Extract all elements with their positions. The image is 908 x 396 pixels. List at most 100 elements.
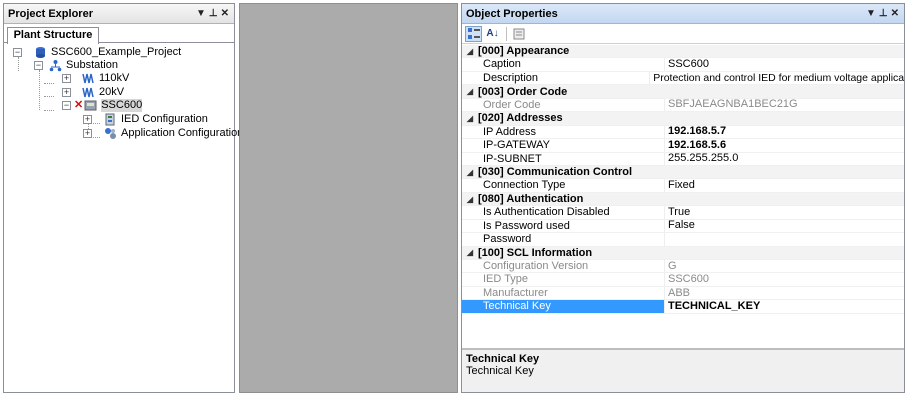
collapse-arrow-icon[interactable]: ◢ xyxy=(462,168,478,177)
property-value[interactable]: TECHNICAL_KEY xyxy=(665,300,760,313)
object-properties-titlebar: Object Properties ▼ ⊥ ✕ xyxy=(462,4,904,24)
property-pages-button[interactable] xyxy=(510,26,527,42)
property-row-manufacturer[interactable]: Manufacturer ABB xyxy=(462,286,904,301)
category-label: [020] Addresses xyxy=(478,112,563,125)
project-explorer-title: Project Explorer xyxy=(8,7,93,20)
property-value: G xyxy=(668,259,677,272)
offline-status-icon: ✕ xyxy=(74,99,84,111)
project-database-icon xyxy=(36,47,45,58)
property-value[interactable]: 192.168.5.7 xyxy=(665,125,726,138)
property-key: Configuration Version xyxy=(462,260,665,273)
collapse-arrow-icon[interactable]: ◢ xyxy=(462,195,478,204)
tree-node-label: IED Configuration xyxy=(121,113,208,125)
property-key: IP-SUBNET xyxy=(462,152,665,165)
property-row-ip-gateway[interactable]: IP-GATEWAY 192.168.5.6 xyxy=(462,139,904,153)
property-row-connection-type[interactable]: Connection Type Fixed xyxy=(462,179,904,193)
property-row-is-authentication-disabled[interactable]: Is Authentication Disabled True xyxy=(462,206,904,220)
property-row-ied-type[interactable]: IED Type SSC600 xyxy=(462,273,904,287)
property-value: ABB xyxy=(668,286,691,299)
document-workspace-area xyxy=(239,3,458,393)
property-value: SSC600 xyxy=(668,273,709,286)
property-row-order-code[interactable]: Order Code SBFJAEAGNBA1BEC21G xyxy=(462,98,904,113)
property-key: Is Authentication Disabled xyxy=(462,206,665,219)
property-row-ip-subnet[interactable]: IP-SUBNET 255.255.255.0 xyxy=(462,152,904,166)
property-row-caption[interactable]: Caption SSC600 xyxy=(462,58,904,72)
property-value[interactable]: False xyxy=(665,219,695,232)
property-value[interactable]: SSC600 xyxy=(665,58,709,71)
categorized-view-button[interactable] xyxy=(465,25,482,42)
tree-node-label: 20kV xyxy=(99,86,125,98)
collapse-arrow-icon[interactable]: ◢ xyxy=(462,87,478,96)
tree-node-ied-configuration[interactable]: IED Configuration xyxy=(104,113,208,126)
property-category-appearance[interactable]: ◢ [000] Appearance xyxy=(462,45,904,59)
expand-toggle-icon[interactable]: + xyxy=(62,74,71,83)
property-value[interactable]: 192.168.5.6 xyxy=(665,139,726,152)
application-configuration-icon xyxy=(105,128,116,139)
property-key: Order Code xyxy=(462,98,665,112)
property-value[interactable]: True xyxy=(665,206,690,219)
tree-node-voltage-level-110kv[interactable]: 110kV xyxy=(82,72,129,85)
tree-node-label: Substation xyxy=(66,59,118,71)
category-label: [003] Order Code xyxy=(478,85,568,98)
property-row-technical-key[interactable]: Technical Key TECHNICAL_KEY xyxy=(462,300,904,314)
window-position-dropdown-icon[interactable]: ▼ xyxy=(866,8,876,19)
expand-toggle-icon[interactable]: + xyxy=(62,88,71,97)
ied-configuration-icon xyxy=(105,113,115,126)
close-icon[interactable]: ✕ xyxy=(891,8,899,19)
category-label: [080] Authentication xyxy=(478,193,584,206)
expand-toggle-icon[interactable]: + xyxy=(83,115,92,124)
property-value[interactable]: Protection and control IED for medium vo… xyxy=(650,72,904,85)
object-properties-pane: Object Properties ▼ ⊥ ✕ A↓ ◢ [000] Appea… xyxy=(461,3,905,393)
voltage-level-icon xyxy=(82,73,94,84)
property-key: IP Address xyxy=(462,125,665,139)
tree-node-label: 110kV xyxy=(99,72,130,84)
tree-node-label: SSC600_Example_Project xyxy=(51,46,182,58)
category-label: [000] Appearance xyxy=(478,45,570,58)
collapse-arrow-icon[interactable]: ◢ xyxy=(462,248,478,257)
collapse-toggle-icon[interactable]: − xyxy=(62,101,71,110)
plant-structure-tree: − SSC600_Example_Project − Substation + … xyxy=(4,43,243,383)
property-key: Password xyxy=(462,233,665,246)
property-key: Description xyxy=(462,71,651,85)
property-row-ip-address[interactable]: IP Address 192.168.5.7 xyxy=(462,125,904,140)
property-row-description[interactable]: Description Protection and control IED f… xyxy=(462,71,904,86)
property-category-communication-control[interactable]: ◢ [030] Communication Control xyxy=(462,165,904,180)
property-description-text: Technical Key xyxy=(466,365,534,377)
property-row-password[interactable]: Password xyxy=(462,233,904,247)
project-explorer-tabstrip: Plant Structure xyxy=(4,24,234,44)
property-key: Caption xyxy=(462,58,665,71)
pin-icon[interactable]: ⊥ xyxy=(879,8,888,19)
collapse-arrow-icon[interactable]: ◢ xyxy=(462,47,478,56)
tree-node-application-configuration[interactable]: Application Configuration xyxy=(104,127,243,140)
window-position-dropdown-icon[interactable]: ▼ xyxy=(196,8,206,19)
pin-icon[interactable]: ⊥ xyxy=(209,8,218,19)
property-category-addresses[interactable]: ◢ [020] Addresses xyxy=(462,112,904,126)
project-explorer-titlebar: Project Explorer ▼ ⊥ ✕ xyxy=(4,4,234,24)
property-row-is-password-used[interactable]: Is Password used False xyxy=(462,219,904,234)
property-value[interactable]: Fixed xyxy=(665,179,695,192)
collapse-toggle-icon[interactable]: − xyxy=(34,61,43,70)
tree-connector xyxy=(39,70,40,110)
project-explorer-pane: Project Explorer ▼ ⊥ ✕ Plant Structure −… xyxy=(3,3,243,393)
property-row-configuration-version[interactable]: Configuration Version G xyxy=(462,259,904,274)
property-value[interactable]: 255.255.255.0 xyxy=(665,152,738,165)
expand-toggle-icon[interactable]: + xyxy=(83,129,92,138)
tree-node-ied-ssc600[interactable]: ✕ SSC600 xyxy=(74,99,143,112)
property-key: Is Password used xyxy=(462,219,665,233)
tree-node-project[interactable]: SSC600_Example_Project xyxy=(34,46,181,59)
collapse-arrow-icon[interactable]: ◢ xyxy=(462,114,478,123)
substation-icon xyxy=(49,60,62,72)
tree-node-voltage-level-20kv[interactable]: 20kV xyxy=(82,86,124,99)
property-pages-icon xyxy=(513,28,524,39)
alphabetical-sort-button[interactable]: A↓ xyxy=(484,26,501,42)
collapse-toggle-icon[interactable]: − xyxy=(13,48,22,57)
property-category-scl-information[interactable]: ◢ [100] SCL Information xyxy=(462,246,904,260)
tree-node-substation[interactable]: Substation xyxy=(49,59,118,72)
close-icon[interactable]: ✕ xyxy=(221,8,229,19)
tab-plant-structure[interactable]: Plant Structure xyxy=(7,27,99,44)
property-category-order-code[interactable]: ◢ [003] Order Code xyxy=(462,85,904,99)
property-category-authentication[interactable]: ◢ [080] Authentication xyxy=(462,192,904,207)
property-key: IP-GATEWAY xyxy=(462,139,665,152)
tree-connector xyxy=(44,83,54,84)
property-key: Technical Key xyxy=(462,300,665,313)
